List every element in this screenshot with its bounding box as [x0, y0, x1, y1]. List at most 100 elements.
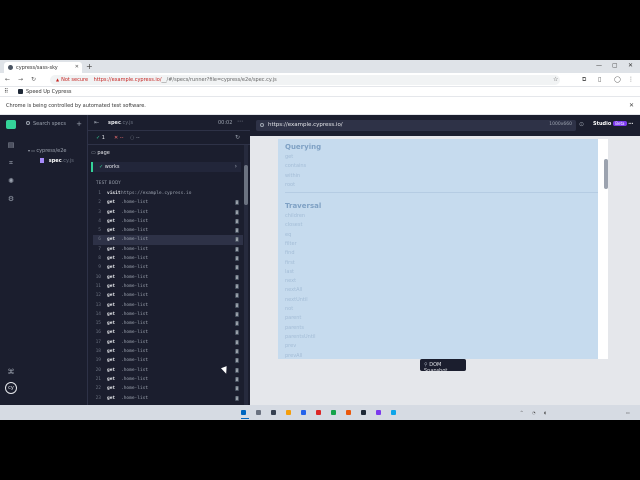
aut-link-item[interactable]: contains	[285, 163, 306, 169]
command-row[interactable]: 11 get .home-list 8	[93, 282, 243, 291]
taskbar-explorer-icon[interactable]	[286, 410, 291, 415]
aut-link-item[interactable]: closest	[285, 222, 302, 228]
specs-nav-icon[interactable]: ▤	[7, 141, 15, 149]
test-item[interactable]: ✓ works ›	[91, 162, 241, 172]
start-icon[interactable]	[241, 410, 246, 415]
tray-chevron-icon[interactable]: ^	[520, 410, 523, 415]
command-row[interactable]: 14 get .home-list 8	[93, 310, 243, 319]
taskbar-app-icon[interactable]	[316, 410, 321, 415]
command-row[interactable]: 10 get .home-list 8	[93, 273, 243, 282]
command-row[interactable]: 5 get .home-list 8	[93, 226, 243, 235]
spec-folder[interactable]: cypress/e2e	[28, 148, 66, 154]
aut-link-item[interactable]: filter	[285, 241, 297, 247]
command-row[interactable]: 12 get .home-list 8	[93, 291, 243, 300]
command-row[interactable]: 18 get .home-list 8	[93, 347, 243, 356]
settings-nav-icon[interactable]: ⚙	[7, 195, 15, 203]
command-row[interactable]: 4 get .home-list 8	[93, 217, 243, 226]
aut-link-item[interactable]: within	[285, 173, 300, 179]
not-secure-badge[interactable]: Not secure	[56, 77, 88, 83]
command-row[interactable]: 21 get .home-list 8	[93, 375, 243, 384]
debug-nav-icon[interactable]: ✺	[7, 177, 15, 185]
aut-url-bar[interactable]: https://example.cypress.io/ 1000x660	[256, 120, 576, 131]
reload-icon[interactable]: ↻	[31, 76, 36, 83]
command-row[interactable]: 3 get .home-list 8	[93, 208, 243, 217]
new-spec-icon[interactable]: +	[76, 120, 82, 128]
taskbar-edge-icon[interactable]	[301, 410, 306, 415]
command-row[interactable]: 6 get .home-list 8	[93, 235, 243, 245]
more-options-icon[interactable]: ⋯	[237, 118, 243, 125]
notification-icon[interactable]: ▭	[626, 410, 630, 415]
command-row[interactable]: 13 get .home-list 8	[93, 301, 243, 310]
minimize-icon[interactable]: —	[596, 62, 602, 69]
tab-close-icon[interactable]: ✕	[75, 64, 79, 70]
taskbar-app-icon[interactable]	[376, 410, 381, 415]
selector-playground-icon[interactable]: ⊙	[579, 121, 584, 128]
new-tab-icon[interactable]: +	[86, 62, 93, 71]
aut-link-item[interactable]: parentsUntil	[285, 334, 316, 340]
taskbar-app-icon[interactable]	[331, 410, 336, 415]
aut-link-item[interactable]: children	[285, 213, 305, 219]
network-icon[interactable]: ◔	[532, 410, 536, 415]
browser-tab[interactable]: cypress/sass-sky ✕	[4, 62, 82, 73]
maximize-icon[interactable]: ▢	[612, 62, 618, 69]
sidepanel-icon[interactable]: ▯	[598, 76, 601, 83]
command-row[interactable]: 8 get .home-list 8	[93, 254, 243, 263]
volume-icon[interactable]: ◖	[544, 410, 546, 415]
aut-link-item[interactable]: not	[285, 306, 293, 312]
aut-link-item[interactable]: nextAll	[285, 287, 302, 293]
aut-link-item[interactable]: prev	[285, 343, 296, 349]
viewport-size[interactable]: 1000x660	[549, 122, 572, 127]
taskbar-search-icon[interactable]	[256, 410, 261, 415]
command-name: get	[107, 265, 116, 271]
aut-link-item[interactable]: get	[285, 154, 293, 160]
taskbar-app-icon[interactable]	[361, 410, 366, 415]
scrollbar-thumb[interactable]	[244, 165, 248, 205]
aut-scrollbar[interactable]	[604, 159, 608, 189]
spec-file-item[interactable]: spec.cy.js	[40, 158, 74, 164]
aut-link-item[interactable]: parent	[285, 315, 301, 321]
command-row[interactable]: 23 get .home-list 8	[93, 394, 243, 403]
command-row[interactable]: 20 get .home-list 8	[93, 366, 243, 375]
aut-link-item[interactable]: prevAll	[285, 353, 302, 359]
dom-snapshot-badge[interactable]: DOM Snapshot	[420, 359, 466, 374]
runs-nav-icon[interactable]: ⌗	[7, 159, 15, 167]
apps-grid-icon[interactable]: ⠿	[4, 88, 8, 95]
command-row[interactable]: 15 get .home-list 8	[93, 319, 243, 328]
aut-link-item[interactable]: root	[285, 182, 295, 188]
command-row[interactable]: 16 get .home-list 8	[93, 328, 243, 337]
aut-link-item[interactable]: find	[285, 250, 295, 256]
window-close-icon[interactable]: ✕	[628, 62, 633, 69]
extensions-icon[interactable]: ⧉	[582, 76, 586, 84]
aut-link-item[interactable]: eq	[285, 232, 291, 238]
command-row[interactable]: 7 get .home-list 8	[93, 245, 243, 254]
taskbar-chrome-icon[interactable]	[346, 410, 351, 415]
infobar-close-icon[interactable]: ✕	[629, 102, 634, 109]
collapse-specs-icon[interactable]: ⇤	[94, 119, 99, 126]
aut-link-item[interactable]: last	[285, 269, 294, 275]
forward-icon[interactable]: →	[18, 76, 23, 83]
command-log-scrollbar[interactable]	[244, 145, 248, 405]
aut-link-item[interactable]: nextUntil	[285, 297, 308, 303]
command-row[interactable]: 2 get .home-list 8	[93, 198, 243, 207]
bookmark-speed-up-cypress[interactable]: Speed Up Cypress	[18, 89, 72, 95]
command-row[interactable]: 22 get .home-list 8	[93, 384, 243, 393]
taskbar-app-icon[interactable]	[391, 410, 396, 415]
aut-link-item[interactable]: parents	[285, 325, 304, 331]
aut-link-item[interactable]: first	[285, 260, 295, 266]
profile-icon[interactable]: ◯	[614, 76, 621, 83]
aut-link-item[interactable]: next	[285, 278, 296, 284]
command-row[interactable]: 1 visit https://example.cypress.io	[93, 189, 243, 198]
command-row[interactable]: 17 get .home-list 8	[93, 338, 243, 347]
command-row[interactable]: 19 get .home-list 8	[93, 356, 243, 365]
suite-title[interactable]: page	[91, 150, 110, 156]
studio-button[interactable]: Studio Beta ⋯	[593, 121, 633, 127]
bookmark-star-icon[interactable]: ☆	[553, 76, 558, 83]
keyboard-shortcuts-icon[interactable]: ⌘	[7, 368, 15, 376]
command-row[interactable]: 9 get .home-list 8	[93, 263, 243, 272]
url-input[interactable]: Not secure https://example.cypress.io/__…	[50, 75, 560, 85]
rerun-icon[interactable]: ↻	[235, 134, 240, 141]
back-icon[interactable]: ←	[5, 76, 10, 83]
screen: cypress/sass-sky ✕ + — ▢ ✕ ← → ↻ Not sec…	[0, 60, 640, 420]
taskbar-app-icon[interactable]	[271, 410, 276, 415]
chrome-menu-icon[interactable]: ⋮	[628, 76, 634, 83]
